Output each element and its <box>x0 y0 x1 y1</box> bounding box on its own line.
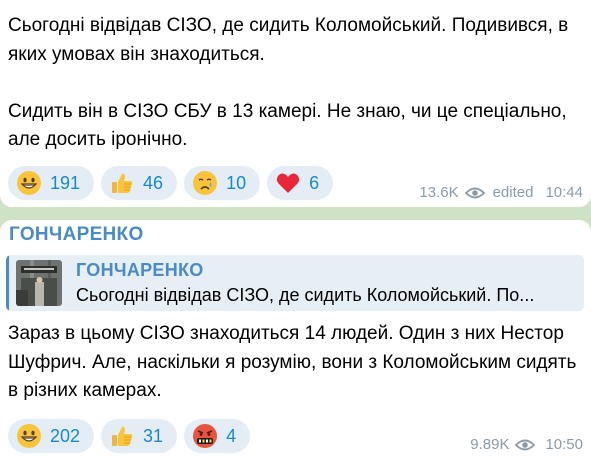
message-meta: 13.6K edited 10:44 <box>419 184 583 201</box>
reaction-count: 6 <box>309 172 320 193</box>
crying-face-icon <box>193 171 218 195</box>
cursing-face-icon <box>193 424 218 448</box>
view-count: 13.6K <box>419 184 459 201</box>
reply-thumbnail <box>16 260 62 306</box>
thumbs-up-icon <box>112 426 133 446</box>
reaction-thumbs-up[interactable]: 31 <box>101 419 178 453</box>
reaction-count: 191 <box>50 172 81 193</box>
reaction-count: 46 <box>143 172 164 193</box>
edited-label: edited <box>492 184 534 201</box>
reaction-count: 10 <box>226 172 247 193</box>
thumbs-up-icon <box>112 173 133 193</box>
view-count: 9.89K <box>470 436 510 453</box>
channel-name[interactable]: ГОНЧАРЕНКО <box>9 224 144 246</box>
message-text: Сьогодні відвідав СІЗО, де сидить Коломо… <box>8 12 583 155</box>
message-meta: 9.89K 10:50 <box>470 436 583 453</box>
message-text: Зараз в цьому СІЗО знаходиться 14 людей.… <box>8 320 583 406</box>
message-paragraph: Зараз в цьому СІЗО знаходиться 14 людей.… <box>8 323 577 401</box>
reaction-red-heart[interactable]: 6 <box>267 166 334 200</box>
reaction-count: 4 <box>226 425 237 446</box>
grinning-face-icon <box>17 424 41 448</box>
reactions-bar: 202 31 4 <box>8 419 251 453</box>
message-time: 10:44 <box>545 184 583 201</box>
message-bubble[interactable]: Сьогодні відвідав СІЗО, де сидить Коломо… <box>0 0 591 207</box>
message-paragraph: Сьогодні відвідав СІЗО, де сидить Коломо… <box>8 15 569 65</box>
reaction-count: 31 <box>143 425 164 446</box>
reaction-grinning-face[interactable]: 191 <box>8 166 95 200</box>
reply-title: ГОНЧАРЕНКО <box>76 260 204 280</box>
reply-text: Сьогодні відвідав СІЗО, де сидить Коломо… <box>76 285 535 305</box>
reaction-crying-face[interactable]: 10 <box>184 166 261 200</box>
reaction-count: 202 <box>50 425 81 446</box>
reaction-cursing-face[interactable]: 4 <box>184 419 251 453</box>
reactions-bar: 191 46 10 6 <box>8 166 334 200</box>
eye-icon <box>515 439 536 450</box>
eye-icon <box>464 187 485 198</box>
message-paragraph: Сидить він в СІЗО СБУ в 13 камері. Не зн… <box>8 100 567 151</box>
reaction-thumbs-up[interactable]: 46 <box>101 166 178 200</box>
message-time: 10:50 <box>545 436 583 453</box>
reaction-grinning-face[interactable]: 202 <box>8 419 95 453</box>
grinning-face-icon <box>17 171 41 195</box>
reply-accent-bar <box>6 255 9 311</box>
reply-preview[interactable]: ГОНЧАРЕНКО Сьогодні відвідав СІЗО, де си… <box>6 255 584 311</box>
red-heart-icon <box>276 173 300 193</box>
